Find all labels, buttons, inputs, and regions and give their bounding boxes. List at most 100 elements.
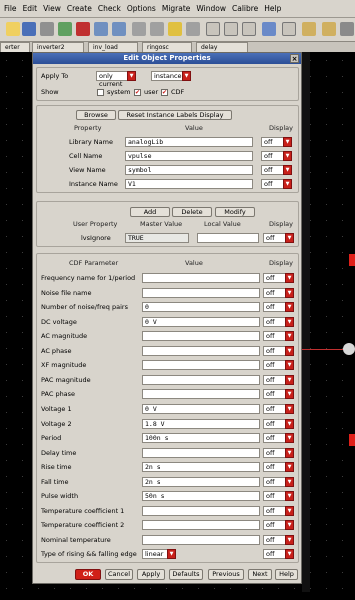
cdf-param-display-select[interactable]: off ▼ bbox=[263, 360, 294, 370]
open-icon[interactable] bbox=[22, 22, 36, 36]
library-name-field[interactable]: analogLib bbox=[125, 137, 253, 147]
tab-ringosc[interactable]: ringosc bbox=[142, 42, 192, 52]
cdf-param-value-field[interactable] bbox=[142, 360, 260, 370]
cell-name-display-select[interactable]: off ▼ bbox=[261, 151, 292, 161]
cdf-param-display-select[interactable]: off ▼ bbox=[263, 549, 294, 559]
browse-button[interactable]: Browse bbox=[76, 110, 116, 120]
cdf-param-value-field[interactable] bbox=[142, 273, 260, 283]
cdf-param-display-select[interactable]: off ▼ bbox=[263, 317, 294, 327]
apply-scope-select[interactable]: only current ▼ bbox=[96, 71, 136, 88]
lvsignore-local-value[interactable] bbox=[197, 233, 259, 243]
more-icon[interactable] bbox=[340, 22, 354, 36]
cdf-param-display-select[interactable]: off ▼ bbox=[263, 491, 294, 501]
pin-icon[interactable] bbox=[186, 22, 200, 36]
zoom-in-icon[interactable] bbox=[224, 22, 238, 36]
menu-migrate[interactable]: Migrate bbox=[162, 4, 191, 13]
cdf-param-value-field[interactable]: 2n s bbox=[142, 477, 260, 487]
cdf-param-display-select[interactable]: off ▼ bbox=[263, 375, 294, 385]
search-icon[interactable] bbox=[282, 22, 296, 36]
cdf-param-display-select[interactable]: off ▼ bbox=[263, 273, 294, 283]
tab-erter[interactable]: erter bbox=[0, 42, 30, 52]
cdf-param-display-select[interactable]: off ▼ bbox=[263, 520, 294, 530]
cell-name-field[interactable]: vpulse bbox=[125, 151, 253, 161]
cdf-param-display-select[interactable]: off ▼ bbox=[263, 448, 294, 458]
instance-name-field[interactable]: V1 bbox=[125, 179, 253, 189]
cdf-param-display-select[interactable]: off ▼ bbox=[263, 506, 294, 516]
cdf-param-display-select[interactable]: off ▼ bbox=[263, 302, 294, 312]
close-icon[interactable]: × bbox=[290, 54, 299, 63]
check-save-icon[interactable] bbox=[262, 22, 276, 36]
view-name-display-select[interactable]: off ▼ bbox=[261, 165, 292, 175]
cdf-param-display-select[interactable]: off ▼ bbox=[263, 477, 294, 487]
ascend-icon[interactable] bbox=[322, 22, 336, 36]
descend-icon[interactable] bbox=[302, 22, 316, 36]
cdf-param-display-select[interactable]: off ▼ bbox=[263, 346, 294, 356]
new-icon[interactable] bbox=[6, 22, 20, 36]
cdf-param-value-field[interactable] bbox=[142, 331, 260, 341]
ok-button[interactable]: OK bbox=[75, 569, 101, 580]
cdf-param-value-field[interactable]: 0 V bbox=[142, 317, 260, 327]
library-name-display-select[interactable]: off ▼ bbox=[261, 137, 292, 147]
cdf-param-value-field[interactable]: 100n s bbox=[142, 433, 260, 443]
delete-icon[interactable] bbox=[76, 22, 90, 36]
apply-button[interactable]: Apply bbox=[137, 569, 165, 580]
cdf-param-value-field[interactable]: 1.8 V bbox=[142, 419, 260, 429]
menu-window[interactable]: Window bbox=[196, 4, 226, 13]
cdf-param-value-field[interactable] bbox=[142, 288, 260, 298]
wire-icon[interactable] bbox=[168, 22, 182, 36]
cdf-param-value-field[interactable]: 0 bbox=[142, 302, 260, 312]
cdf-param-display-select[interactable]: off ▼ bbox=[263, 389, 294, 399]
menu-calibre[interactable]: Calibre bbox=[232, 4, 258, 13]
menu-edit[interactable]: Edit bbox=[23, 4, 38, 13]
help-button[interactable]: Help bbox=[275, 569, 298, 580]
stretch-icon[interactable] bbox=[132, 22, 146, 36]
modify-button[interactable]: Modify bbox=[215, 207, 255, 217]
lvsignore-display-select[interactable]: off ▼ bbox=[263, 233, 294, 243]
defaults-button[interactable]: Defaults bbox=[169, 569, 203, 580]
show-cdf-checkbox[interactable]: ✔ bbox=[161, 89, 168, 96]
view-name-field[interactable]: symbol bbox=[125, 165, 253, 175]
apply-target-select[interactable]: instance ▼ bbox=[151, 71, 191, 81]
menu-create[interactable]: Create bbox=[67, 4, 92, 13]
cdf-param-display-select[interactable]: off ▼ bbox=[263, 288, 294, 298]
cdf-param-display-select[interactable]: off ▼ bbox=[263, 419, 294, 429]
tab-inverter2[interactable]: inverter2 bbox=[32, 42, 84, 52]
show-system-checkbox[interactable] bbox=[97, 89, 104, 96]
menu-options[interactable]: Options bbox=[127, 4, 156, 13]
undo-icon[interactable] bbox=[94, 22, 108, 36]
redo-icon[interactable] bbox=[112, 22, 126, 36]
cdf-param-value-field[interactable]: 50n s bbox=[142, 491, 260, 501]
properties-icon[interactable] bbox=[150, 22, 164, 36]
cdf-param-value-field[interactable] bbox=[142, 346, 260, 356]
tab-delay[interactable]: delay bbox=[196, 42, 248, 52]
copy-icon[interactable] bbox=[58, 22, 72, 36]
cdf-param-value-field[interactable] bbox=[142, 375, 260, 385]
cdf-param-display-select[interactable]: off ▼ bbox=[263, 535, 294, 545]
add-button[interactable]: Add bbox=[130, 207, 170, 217]
cdf-param-display-select[interactable]: off ▼ bbox=[263, 331, 294, 341]
edge-type-select[interactable]: linear ▼ bbox=[142, 549, 176, 559]
next-button[interactable]: Next bbox=[248, 569, 272, 580]
instance-name-display-select[interactable]: off ▼ bbox=[261, 179, 292, 189]
zoom-out-icon[interactable] bbox=[242, 22, 256, 36]
menu-view[interactable]: View bbox=[43, 4, 61, 13]
cdf-param-value-field[interactable]: 2n s bbox=[142, 462, 260, 472]
cdf-param-display-select[interactable]: off ▼ bbox=[263, 462, 294, 472]
previous-button[interactable]: Previous bbox=[208, 569, 244, 580]
dialog-title-bar[interactable]: Edit Object Properties × bbox=[33, 53, 301, 64]
tab-inv-load[interactable]: inv_load bbox=[88, 42, 138, 52]
menu-file[interactable]: File bbox=[4, 4, 17, 13]
zoom-fit-icon[interactable] bbox=[206, 22, 220, 36]
delete-button[interactable]: Delete bbox=[172, 207, 212, 217]
cdf-param-value-field[interactable] bbox=[142, 389, 260, 399]
cdf-param-value-field[interactable]: 0 V bbox=[142, 404, 260, 414]
reset-labels-button[interactable]: Reset Instance Labels Display bbox=[118, 110, 232, 120]
show-user-checkbox[interactable]: ✔ bbox=[134, 89, 141, 96]
cdf-param-value-field[interactable] bbox=[142, 448, 260, 458]
cdf-param-display-select[interactable]: off ▼ bbox=[263, 433, 294, 443]
menu-help[interactable]: Help bbox=[264, 4, 281, 13]
menu-check[interactable]: Check bbox=[98, 4, 121, 13]
move-icon[interactable] bbox=[40, 22, 54, 36]
cdf-param-value-field[interactable] bbox=[142, 520, 260, 530]
cdf-param-value-field[interactable] bbox=[142, 535, 260, 545]
